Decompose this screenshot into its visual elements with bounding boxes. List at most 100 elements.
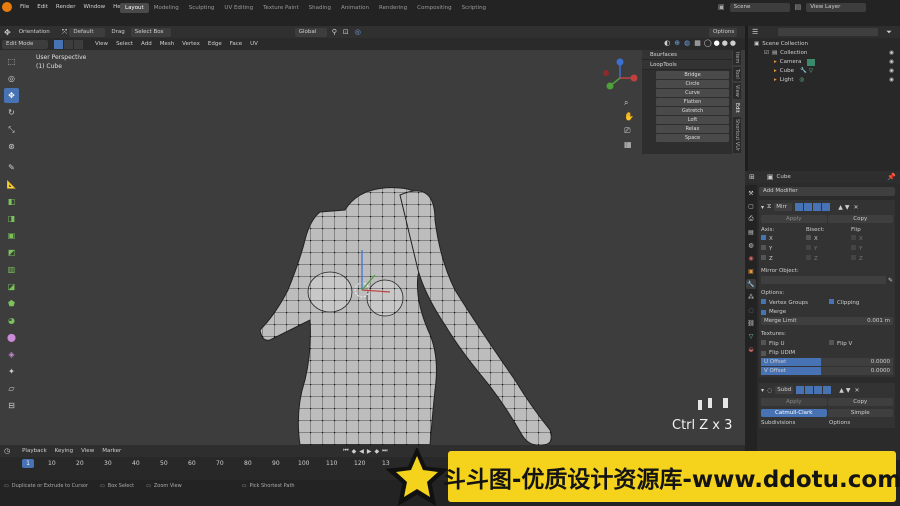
- flip-y-checkbox[interactable]: Y: [851, 245, 862, 252]
- outliner-scene-collection[interactable]: ▣ Scene Collection: [754, 40, 894, 49]
- menu-add[interactable]: Add: [137, 41, 156, 47]
- mesh-model[interactable]: [250, 180, 570, 445]
- editmode-toggle-icon[interactable]: [795, 203, 804, 211]
- camera-view-icon[interactable]: ⎚: [624, 124, 634, 138]
- visibility-eye-icon[interactable]: ◉: [889, 49, 894, 58]
- simple-button[interactable]: Simple: [827, 409, 893, 417]
- loft-button[interactable]: Loft: [656, 116, 729, 124]
- remove-modifier-icon[interactable]: ✕: [855, 387, 860, 394]
- select-box-icon[interactable]: ⬚: [4, 54, 19, 69]
- view-layer-tab-icon[interactable]: ▤: [746, 227, 756, 237]
- world-tab-icon[interactable]: ◉: [746, 253, 756, 263]
- overlay-icon[interactable]: ◍: [684, 39, 690, 47]
- circle-button[interactable]: Circle: [656, 80, 729, 88]
- snap-target-icon[interactable]: ⊡: [343, 28, 349, 36]
- view-layer-selector[interactable]: View Layer: [806, 2, 867, 12]
- extrude-icon[interactable]: ◨: [4, 211, 19, 226]
- scale-icon[interactable]: ⤡: [4, 122, 19, 137]
- rotate-icon[interactable]: ↻: [4, 105, 19, 120]
- render-toggle-icon[interactable]: [814, 386, 823, 394]
- outliner-editor-icon[interactable]: ☰: [752, 28, 758, 36]
- subd-modifier-name-input[interactable]: Subd: [775, 386, 794, 394]
- axis-y-checkbox[interactable]: Y: [761, 245, 806, 252]
- flip-v-checkbox[interactable]: Flip V: [829, 340, 852, 347]
- menu-edit[interactable]: Edit: [33, 1, 52, 13]
- bsurfaces-panel-header[interactable]: Bsurfaces: [642, 50, 732, 60]
- gstretch-button[interactable]: Gstretch: [656, 107, 729, 115]
- marker-menu[interactable]: Marker: [98, 448, 125, 454]
- tab-tool[interactable]: Tool: [733, 67, 741, 82]
- solid-shading-icon[interactable]: ●: [714, 39, 720, 47]
- bisect-x-checkbox[interactable]: X: [806, 235, 851, 242]
- tab-shortcut-vur[interactable]: Shortcut VUr: [733, 116, 741, 153]
- menu-file[interactable]: File: [16, 1, 33, 13]
- tab-animation[interactable]: Animation: [336, 3, 374, 13]
- transform-icon[interactable]: ⊛: [4, 139, 19, 154]
- menu-view[interactable]: View: [91, 41, 112, 47]
- menu-window[interactable]: Window: [79, 1, 109, 13]
- rendered-shading-icon[interactable]: ●: [730, 39, 736, 47]
- mode-dropdown[interactable]: Edit Mode: [2, 39, 48, 49]
- output-tab-icon[interactable]: ⎙: [746, 214, 756, 224]
- remove-modifier-icon[interactable]: ✕: [853, 204, 858, 211]
- axis-z-checkbox[interactable]: Z: [761, 255, 806, 262]
- outliner-item-camera[interactable]: ▸ Camera ◉: [754, 58, 894, 67]
- poly-build-icon[interactable]: ⬟: [4, 296, 19, 311]
- pin-icon[interactable]: 📌: [887, 173, 896, 181]
- xray-icon[interactable]: ▦: [694, 39, 701, 47]
- material-tab-icon[interactable]: ◒: [746, 344, 756, 354]
- merge-limit-field[interactable]: Merge Limit 0.001 m: [761, 317, 893, 325]
- gizmo-icon[interactable]: ⊕: [674, 39, 680, 47]
- blender-logo-icon[interactable]: [2, 2, 12, 12]
- curve-button[interactable]: Curve: [656, 89, 729, 97]
- u-offset-field[interactable]: U Offset 0.0000: [761, 358, 893, 366]
- proportional-icon[interactable]: ◎: [355, 28, 361, 36]
- add-modifier-dropdown[interactable]: Add Modifier: [759, 187, 895, 196]
- merge-checkbox[interactable]: Merge: [761, 309, 893, 315]
- add-cube-icon[interactable]: ◧: [4, 194, 19, 209]
- options-dropdown[interactable]: Options: [709, 27, 737, 37]
- space-button[interactable]: Space: [656, 134, 729, 142]
- bisect-y-checkbox[interactable]: Y: [806, 245, 851, 252]
- modifier-tab-icon[interactable]: 🔧: [746, 279, 756, 289]
- visibility-icon[interactable]: ◐: [664, 39, 670, 47]
- bridge-button[interactable]: Bridge: [656, 71, 729, 79]
- physics-tab-icon[interactable]: ◌: [746, 305, 756, 315]
- navigation-gizmo[interactable]: [600, 58, 640, 98]
- viewport-toggle-icon[interactable]: [805, 386, 814, 394]
- annotate-icon[interactable]: ✎: [4, 160, 19, 175]
- tab-uv-editing[interactable]: UV Editing: [219, 3, 258, 13]
- mirror-modifier-name-input[interactable]: Mirr: [774, 203, 793, 211]
- cursor-icon[interactable]: ◎: [4, 71, 19, 86]
- tab-compositing[interactable]: Compositing: [412, 3, 456, 13]
- drag-dropdown[interactable]: Select Box: [130, 27, 171, 37]
- material-shading-icon[interactable]: ●: [722, 39, 728, 47]
- play-reverse-icon[interactable]: ◀: [359, 448, 364, 455]
- particles-tab-icon[interactable]: ⁂: [746, 292, 756, 302]
- timeline-view-menu[interactable]: View: [77, 448, 98, 454]
- move-down-icon[interactable]: ▼: [846, 387, 851, 394]
- copy-button[interactable]: Copy: [827, 215, 893, 223]
- expand-arrow-icon[interactable]: ▾: [761, 387, 764, 394]
- tool-tab-icon[interactable]: ⚒: [746, 188, 756, 198]
- edge-select-icon[interactable]: [64, 39, 73, 49]
- looptools-panel-header[interactable]: LoopTools: [642, 60, 732, 70]
- expand-arrow-icon[interactable]: ▾: [761, 204, 764, 211]
- move-down-icon[interactable]: ▼: [845, 204, 850, 211]
- vertex-groups-checkbox[interactable]: Vertex Groups: [761, 299, 829, 306]
- tab-shading[interactable]: Shading: [304, 3, 336, 13]
- visibility-eye-icon[interactable]: ◉: [889, 58, 894, 67]
- face-select-icon[interactable]: [74, 39, 83, 49]
- zoom-icon[interactable]: ⌕: [624, 96, 634, 110]
- tab-texture-paint[interactable]: Texture Paint: [258, 3, 304, 13]
- ortho-grid-icon[interactable]: ▦: [624, 138, 634, 152]
- scene-selector[interactable]: Scene: [729, 2, 790, 12]
- oncage-toggle-icon[interactable]: [823, 386, 832, 394]
- shrink-icon[interactable]: ✦: [4, 364, 19, 379]
- tab-rendering[interactable]: Rendering: [374, 3, 412, 13]
- keying-menu[interactable]: Keying: [51, 448, 77, 454]
- move-icon[interactable]: ✥: [4, 88, 19, 103]
- object-tab-icon[interactable]: ▣: [746, 266, 756, 276]
- spin-icon[interactable]: ◕: [4, 313, 19, 328]
- outliner-search-input[interactable]: [778, 28, 879, 36]
